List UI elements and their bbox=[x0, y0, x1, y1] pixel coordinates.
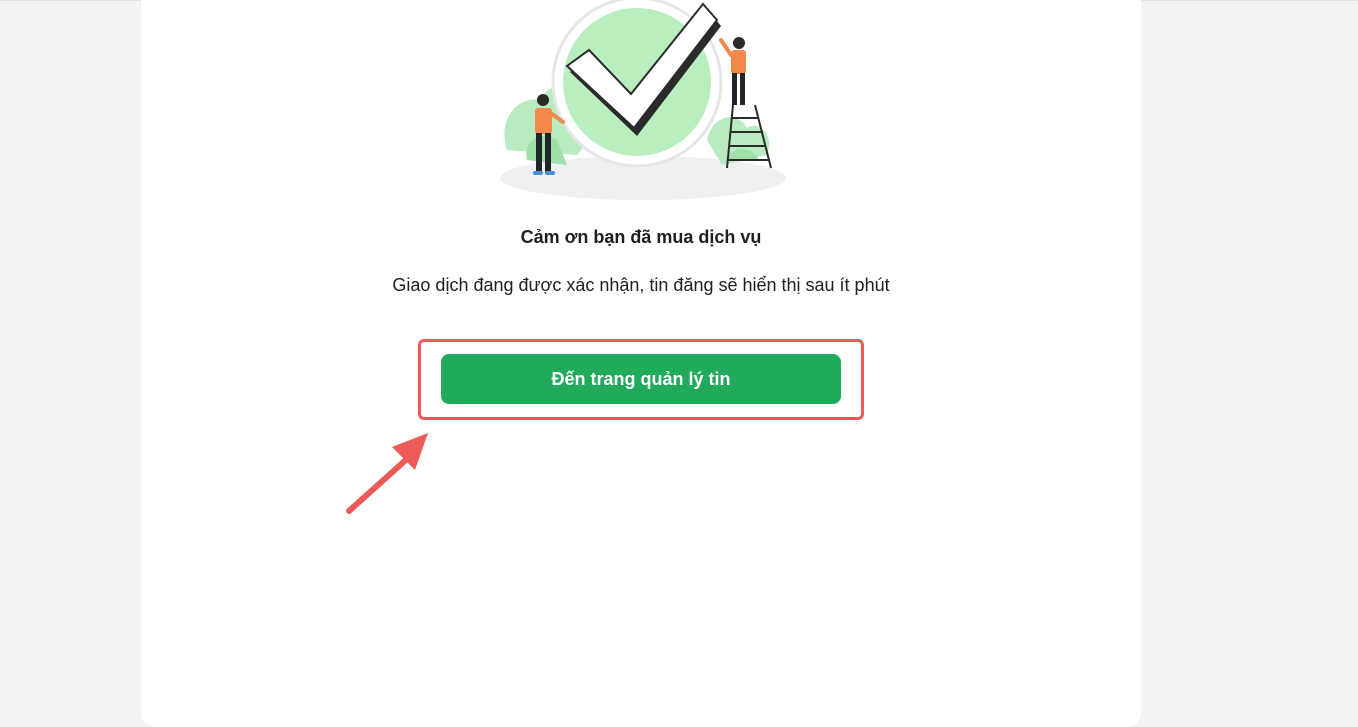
go-to-listing-management-button[interactable]: Đến trang quản lý tin bbox=[441, 354, 841, 404]
confirmation-message: Giao dịch đang được xác nhận, tin đăng s… bbox=[392, 275, 890, 295]
pointer-arrow-icon bbox=[346, 433, 428, 514]
success-checkmark-illustration bbox=[500, 0, 786, 200]
page-title: Cảm ơn bạn đã mua dịch vụ bbox=[520, 227, 762, 247]
